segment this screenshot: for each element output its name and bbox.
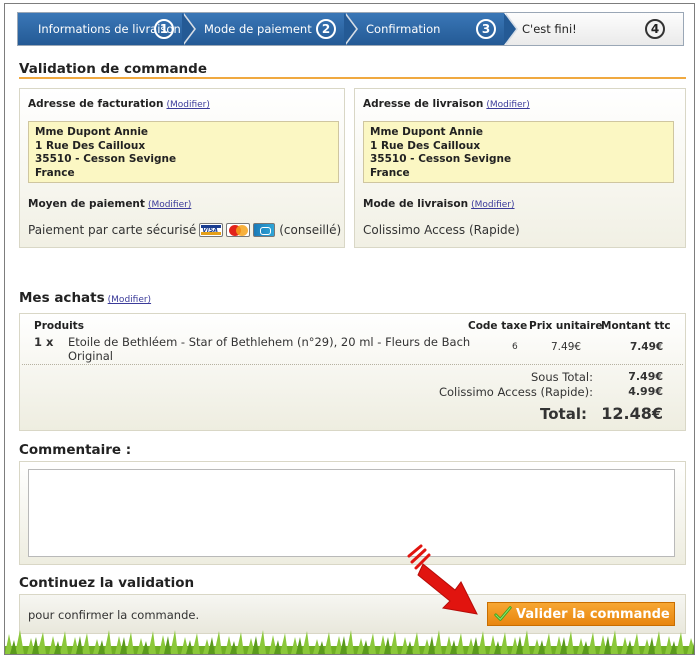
step-separator-arrow <box>182 13 194 45</box>
delivery-title-text: Mode de livraison <box>363 198 469 210</box>
billing-address: Mme Dupont Annie 1 Rue Des Cailloux 3551… <box>28 121 339 183</box>
payment-title-text: Moyen de paiement <box>28 198 145 210</box>
header-tax-code: Code taxe <box>468 320 528 332</box>
header-products: Produits <box>34 320 84 332</box>
step-2: Mode de paiement 2 <box>182 13 358 45</box>
grass-decoration <box>5 630 694 654</box>
comment-panel <box>19 461 686 565</box>
payment-recommended: (conseillé) <box>279 223 342 237</box>
step-1-number: 1 <box>154 19 174 39</box>
billing-address-line: Mme Dupont Annie <box>35 126 149 138</box>
step-3-number: 3 <box>476 19 496 39</box>
carte-bleue-icon <box>253 223 276 237</box>
shipping-panel: Adresse de livraison (Modifier) Mme Dupon… <box>354 88 686 248</box>
shipping-address-line: 1 Rue Des Cailloux <box>370 139 481 152</box>
delivery-title: Mode de livraison (Modifier) <box>363 198 515 210</box>
shipping-address-line: Mme Dupont Annie <box>370 126 484 138</box>
shipping-title: Adresse de livraison (Modifier) <box>363 98 530 110</box>
purchases-modify-link[interactable]: (Modifier) <box>108 295 151 305</box>
payment-modify-link[interactable]: (Modifier) <box>148 200 191 210</box>
header-unit-price: Prix unitaire <box>529 320 603 332</box>
continue-title: Continuez la validation <box>19 575 195 591</box>
delivery-value: Colissimo Access (Rapide) <box>363 223 520 237</box>
item-qty: 1 x <box>34 335 54 349</box>
item-tax-code: 6 <box>512 342 518 352</box>
validate-order-label: Valider la commande <box>516 606 670 622</box>
step-2-label: Mode de paiement <box>204 22 312 36</box>
total-value: 12.48€ <box>601 404 663 423</box>
subtotal-label: Sous Total: <box>530 370 593 384</box>
step-4: C'est fini! 4 <box>504 13 683 45</box>
billing-panel: Adresse de facturation (Modifier) Mme Dup… <box>19 88 345 248</box>
purchases-table: Produits Code taxe Prix unitaire Montant… <box>19 313 686 431</box>
item-unit-price: 7.49€ <box>551 341 582 353</box>
payment-value: Paiement par carte sécurisé VISA (consei… <box>28 223 341 237</box>
total-label: Total: <box>540 405 587 423</box>
billing-title: Adresse de facturation (Modifier) <box>28 98 210 110</box>
pointer-arrow-icon <box>407 544 478 615</box>
shipping-address-line: 35510 - Cesson Sevigne <box>370 153 512 165</box>
confirm-text: pour confirmer la commande. <box>28 608 200 622</box>
comment-textarea[interactable] <box>28 469 675 557</box>
step-separator-arrow <box>504 13 516 45</box>
visa-icon: VISA <box>199 223 224 237</box>
title-underline <box>19 77 686 79</box>
item-amount: 7.49€ <box>630 341 664 353</box>
shipping-cost-value: 4.99€ <box>628 385 663 398</box>
item-name-cont: Original <box>68 349 114 363</box>
purchases-title: Mes achats (Modifier) <box>19 290 151 306</box>
billing-title-text: Adresse de facturation <box>28 98 164 110</box>
billing-address-line: France <box>35 166 75 179</box>
validation-title: Validation de commande <box>19 61 207 77</box>
validate-order-button[interactable]: Valider la commande <box>487 602 675 626</box>
step-2-number: 2 <box>316 19 336 39</box>
shipping-address: Mme Dupont Annie 1 Rue Des Cailloux 3551… <box>363 121 674 183</box>
payment-method-text: Paiement par carte sécurisé <box>28 223 197 237</box>
item-name: Etoile de Bethléem - Star of Bethlehem (… <box>68 335 471 349</box>
step-3-label: Confirmation <box>366 22 441 36</box>
shipping-cost-label: Colissimo Access (Rapide): <box>438 385 593 399</box>
billing-address-line: 35510 - Cesson Sevigne <box>35 153 177 165</box>
shipping-modify-link[interactable]: (Modifier) <box>486 100 529 110</box>
subtotal-value: 7.49€ <box>628 370 663 383</box>
mastercard-icon <box>226 223 251 237</box>
checkout-steps: Informations de livraison 1 Mode de paie… <box>17 12 684 46</box>
billing-address-line: 1 Rue Des Cailloux <box>35 139 146 152</box>
comment-title: Commentaire : <box>19 442 132 458</box>
shipping-title-text: Adresse de livraison <box>363 98 484 110</box>
billing-modify-link[interactable]: (Modifier) <box>166 100 209 110</box>
step-4-number: 4 <box>645 19 665 39</box>
step-1: Informations de livraison 1 <box>18 13 196 45</box>
purchases-title-text: Mes achats <box>19 290 105 306</box>
table-divider <box>22 364 683 365</box>
delivery-modify-link[interactable]: (Modifier) <box>471 200 514 210</box>
checkmark-icon <box>494 606 512 621</box>
shipping-address-line: France <box>370 166 410 179</box>
page-frame: Informations de livraison 1 Mode de paie… <box>4 3 695 655</box>
payment-title: Moyen de paiement (Modifier) <box>28 198 191 210</box>
step-separator-arrow <box>344 13 356 45</box>
step-3: Confirmation 3 <box>344 13 518 45</box>
header-amount: Montant ttc <box>601 320 671 332</box>
